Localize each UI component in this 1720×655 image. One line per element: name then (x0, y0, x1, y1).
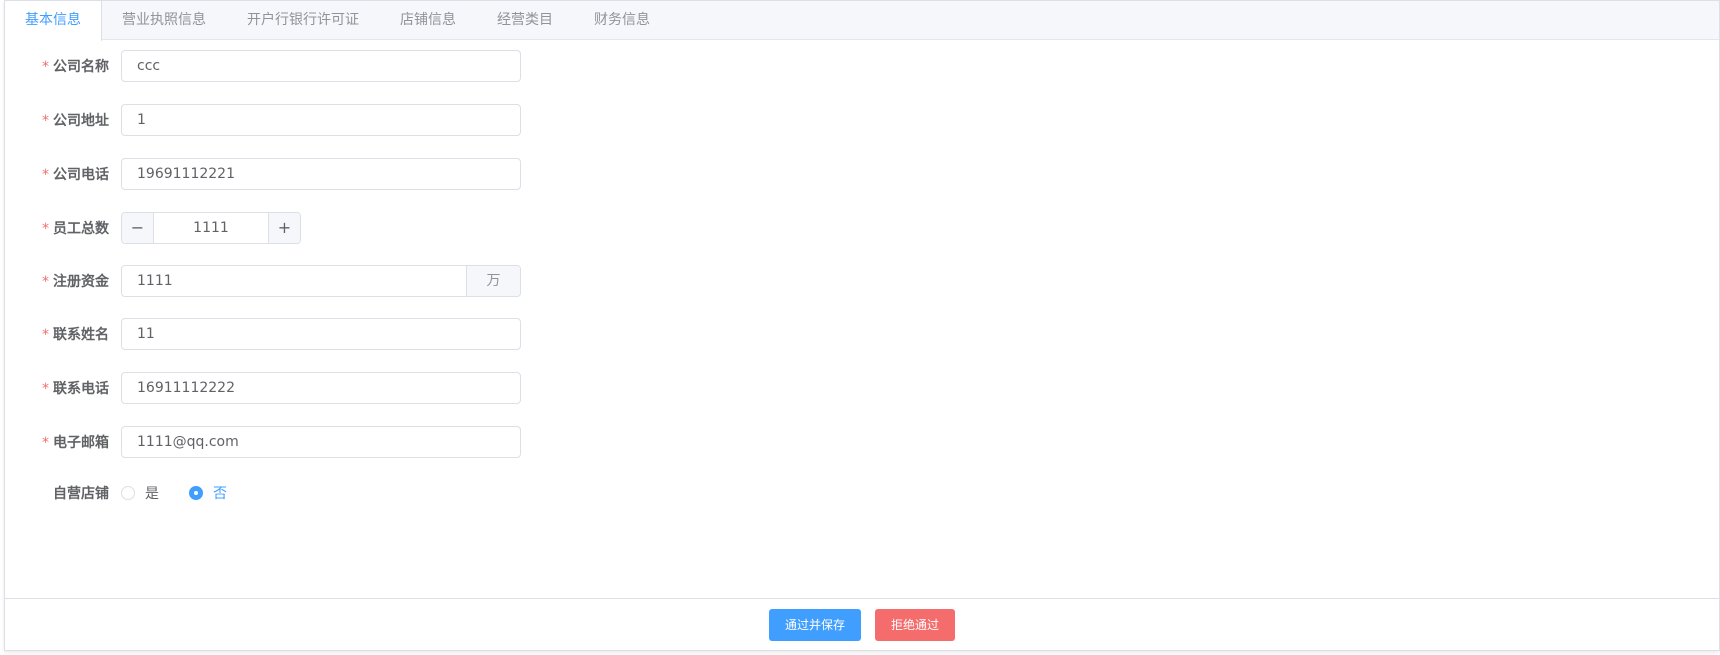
contact-phone-label: * 联系电话 (42, 381, 109, 397)
form-item-email: * 电子邮箱 (5, 426, 605, 458)
required-mark: * (42, 327, 49, 343)
contact-name-input[interactable] (121, 318, 521, 350)
tab-finance-info[interactable]: 财务信息 (574, 1, 671, 40)
radio-yes-label: 是 (145, 486, 159, 502)
radio-unchecked-icon[interactable] (121, 486, 135, 500)
radio-self-operated-no[interactable]: 否 (189, 483, 227, 503)
radio-self-operated-yes[interactable]: 是 (121, 483, 159, 503)
radio-no-label: 否 (213, 486, 227, 502)
employee-count-stepper: − + (121, 212, 301, 244)
tab-business-license[interactable]: 营业执照信息 (102, 1, 227, 40)
company-name-label: * 公司名称 (42, 59, 109, 75)
self-operated-label: 自营店铺 (53, 486, 109, 502)
required-mark: * (42, 167, 49, 183)
merchant-review-card: 基本信息 营业执照信息 开户行银行许可证 店铺信息 经营类目 财务信息 * 公司名… (4, 0, 1720, 651)
required-mark: * (42, 274, 49, 290)
company-phone-label: * 公司电话 (42, 167, 109, 183)
required-mark: * (42, 435, 49, 451)
required-mark: * (42, 381, 49, 397)
tab-store-info[interactable]: 店铺信息 (380, 1, 477, 40)
form-item-company-name: * 公司名称 (5, 50, 605, 82)
form-item-employee-count: *员工总数 − + (5, 212, 605, 244)
required-mark: * (42, 113, 49, 129)
company-name-input[interactable] (121, 50, 521, 82)
form-item-contact-phone: * 联系电话 (5, 372, 605, 404)
company-address-label: * 公司地址 (42, 113, 109, 129)
contact-name-label: * 联系姓名 (42, 327, 109, 343)
action-footer: 通过并保存 拒绝通过 (5, 598, 1719, 650)
employee-count-label: * 员工总数 (42, 221, 109, 237)
form-item-contact-name: * 联系姓名 (5, 318, 605, 350)
employee-count-input[interactable] (154, 213, 268, 243)
registered-capital-label: * 注册资金 (42, 274, 109, 290)
email-input[interactable] (121, 426, 521, 458)
company-phone-input[interactable] (121, 158, 521, 190)
form-item-self-operated: 自营店铺 是 否 (5, 477, 605, 509)
increment-icon[interactable]: + (268, 213, 300, 243)
capital-unit-suffix: 万 (466, 266, 520, 296)
form-item-registered-capital: *注册资金 万 (5, 265, 605, 297)
registered-capital-input[interactable] (122, 266, 466, 296)
decrement-icon[interactable]: − (122, 213, 154, 243)
form-item-company-address: * 公司地址 (5, 104, 605, 136)
contact-phone-input[interactable] (121, 372, 521, 404)
tab-bar: 基本信息 营业执照信息 开户行银行许可证 店铺信息 经营类目 财务信息 (5, 1, 1719, 41)
required-mark: * (42, 221, 49, 237)
tab-basic-info[interactable]: 基本信息 (5, 1, 102, 41)
registered-capital-group: 万 (121, 265, 521, 297)
tab-bank-permit[interactable]: 开户行银行许可证 (227, 1, 380, 40)
radio-checked-icon[interactable] (189, 486, 203, 500)
form-item-company-phone: * 公司电话 (5, 158, 605, 190)
approve-and-save-button[interactable]: 通过并保存 (768, 608, 861, 641)
required-mark: * (42, 59, 49, 75)
email-label: * 电子邮箱 (42, 435, 109, 451)
basic-info-form: *公司名称 *公司地址 *公司电话 *员工总数 − + (5, 40, 1719, 598)
tab-business-category[interactable]: 经营类目 (477, 1, 574, 40)
company-address-input[interactable] (121, 104, 521, 136)
reject-button[interactable]: 拒绝通过 (875, 608, 956, 641)
